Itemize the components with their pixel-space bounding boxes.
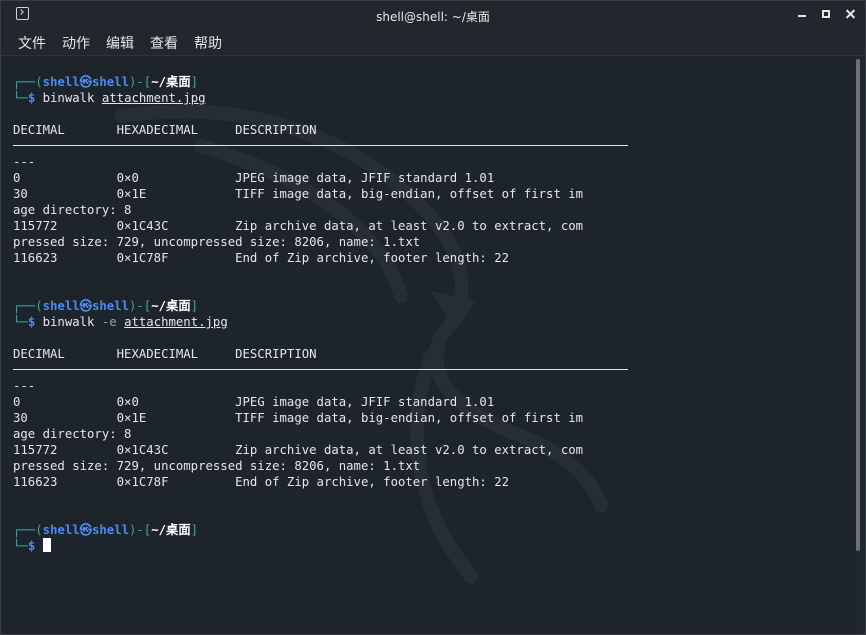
menu-edit[interactable]: 编辑	[106, 33, 134, 53]
prompt-line-2: ┌──(shell㉿shell)-[~/桌面]	[13, 299, 199, 313]
output-header: DECIMAL HEXADECIMAL DESCRIPTION	[13, 347, 317, 361]
prompt-line-3: ┌──(shell㉿shell)-[~/桌面]	[13, 523, 199, 537]
title-bar: shell@shell: ~/桌面	[1, 1, 865, 29]
output-row: 0 0×0 JPEG image data, JFIF standard 1.0…	[13, 171, 495, 185]
terminal-output[interactable]: ┌──(shell㉿shell)-[~/桌面] └─$ binwalk atta…	[1, 56, 857, 634]
output-header: DECIMAL HEXADECIMAL DESCRIPTION	[13, 123, 317, 137]
command-line-1: └─$ binwalk attachment.jpg	[13, 91, 206, 105]
output-row: 30 0×1E TIFF image data, big-endian, off…	[13, 187, 584, 201]
output-row: age directory: 8	[13, 203, 132, 217]
menu-bar: 文件 动作 编辑 查看 帮助	[1, 29, 865, 56]
header-rule	[13, 145, 628, 146]
command-line-2: └─$ binwalk -e attachment.jpg	[13, 315, 228, 329]
output-row: 115772 0×1C43C Zip archive data, at leas…	[13, 443, 584, 457]
prompt-line-1: ┌──(shell㉿shell)-[~/桌面]	[13, 75, 199, 89]
output-row: pressed size: 729, uncompressed size: 82…	[13, 235, 421, 249]
output-dashes: ---	[13, 155, 36, 169]
header-rule	[13, 369, 628, 370]
output-row: 116623 0×1C78F End of Zip archive, foote…	[13, 251, 510, 265]
maximize-icon[interactable]	[821, 7, 831, 21]
output-row: 30 0×1E TIFF image data, big-endian, off…	[13, 411, 584, 425]
active-command-line[interactable]: └─$	[13, 538, 51, 554]
terminal-window: shell@shell: ~/桌面 文件 动作 编辑 查看 帮助 ┌──(she…	[0, 0, 866, 635]
output-row: 115772 0×1C43C Zip archive data, at leas…	[13, 219, 584, 233]
output-row: 0 0×0 JPEG image data, JFIF standard 1.0…	[13, 395, 495, 409]
minimize-icon[interactable]	[797, 7, 807, 21]
close-icon[interactable]	[845, 7, 855, 21]
menu-view[interactable]: 查看	[150, 33, 178, 53]
kali-dragon-watermark	[114, 104, 608, 583]
window-controls	[797, 7, 855, 21]
menu-help[interactable]: 帮助	[194, 33, 222, 53]
output-dashes: ---	[13, 379, 36, 393]
output-row: age directory: 8	[13, 427, 132, 441]
window-title: shell@shell: ~/桌面	[376, 10, 490, 24]
menu-file[interactable]: 文件	[18, 33, 46, 53]
menu-actions[interactable]: 动作	[62, 33, 90, 53]
text-cursor	[42, 538, 51, 552]
vertical-scrollbar[interactable]	[856, 59, 860, 551]
output-row: pressed size: 729, uncompressed size: 82…	[13, 459, 421, 473]
output-row: 116623 0×1C78F End of Zip archive, foote…	[13, 475, 510, 489]
